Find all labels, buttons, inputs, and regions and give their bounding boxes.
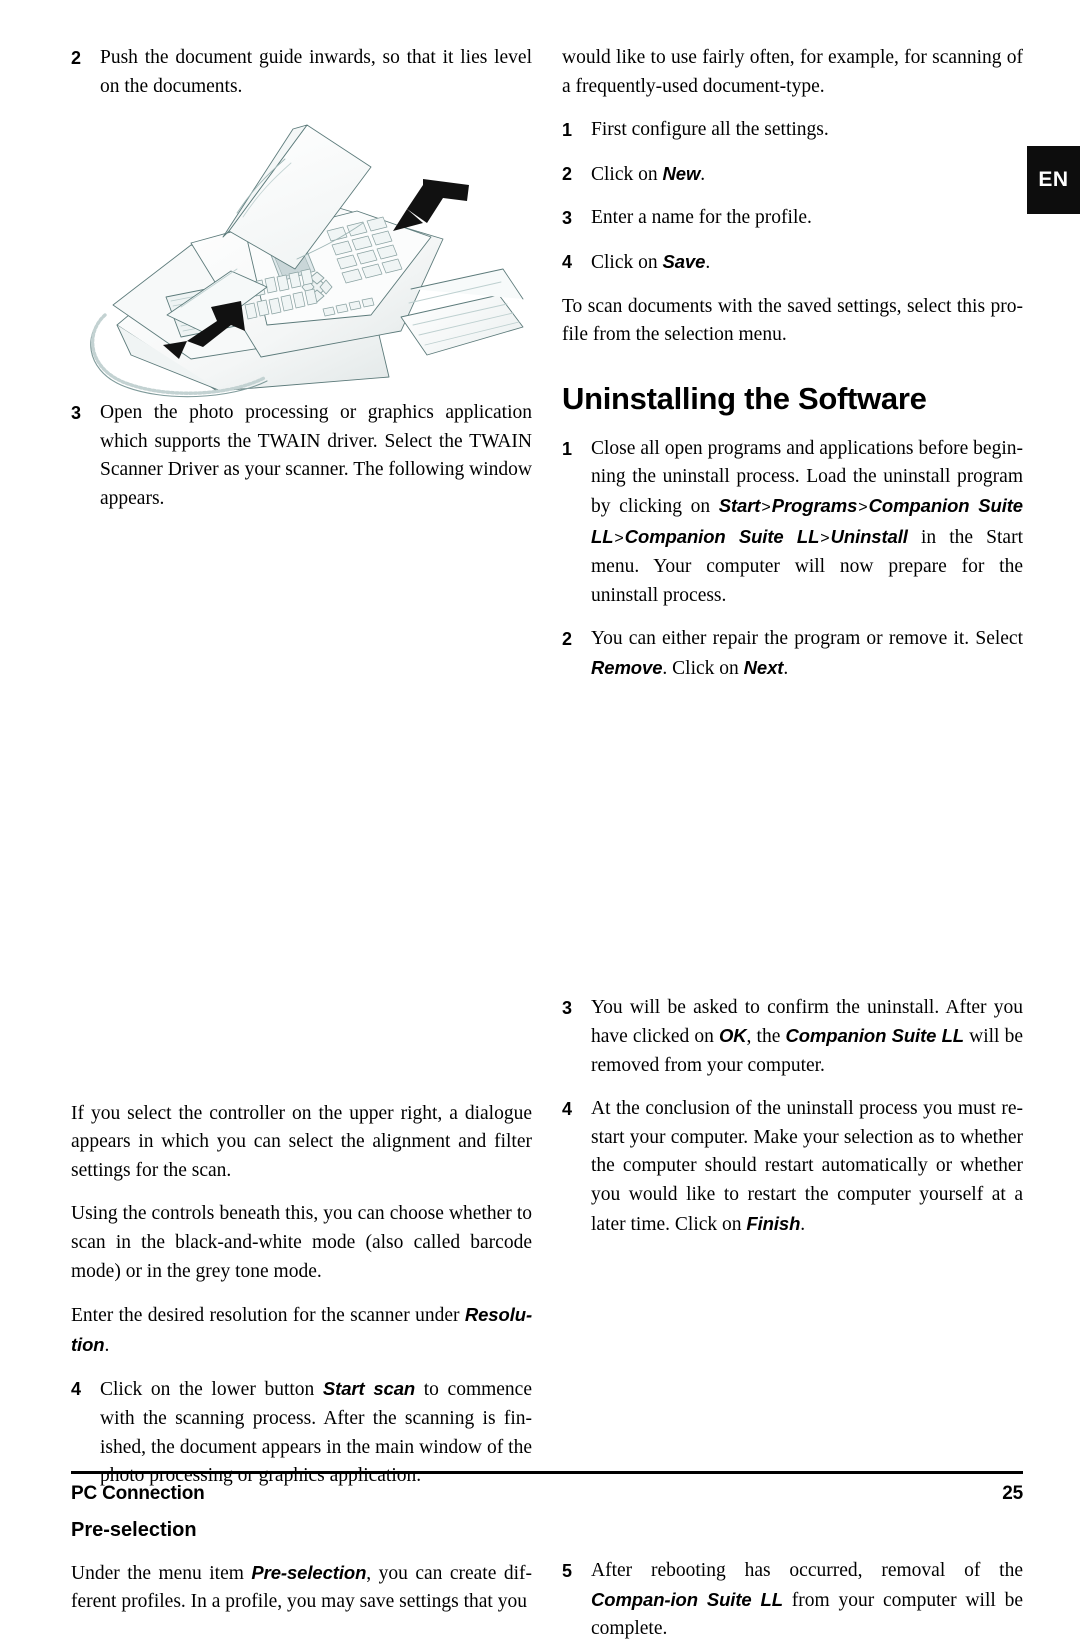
menu-separator: > [858, 498, 868, 516]
step-text: Click on Save. [591, 248, 1023, 278]
next-button-term: Next [743, 656, 784, 678]
remove-term: Remove [591, 656, 663, 678]
profile-step-list: 1 First configure all the settings. 2 Cl… [562, 116, 1023, 277]
step-text: Close all open programs and applications… [591, 435, 1023, 611]
step-text: Click on New. [591, 160, 1023, 190]
fax-machine-illustration [71, 119, 532, 399]
left-column: 2 Push the document guide inwards, so th… [71, 44, 532, 1617]
paragraph-preselection: Under the menu item Pre-selection, you c… [71, 1559, 532, 1617]
new-button-term: New [662, 162, 701, 184]
footer-page-number: 25 [1002, 1483, 1023, 1504]
step-number: 1 [562, 438, 573, 459]
list-item: 4 At the conclusion of the uninstall pro… [562, 1095, 1023, 1239]
left-step-list-three: 3 Open the photo processing or graphics … [71, 399, 532, 513]
preselection-before: Under the menu item [71, 1562, 252, 1584]
restart-dialog-placeholder [562, 1239, 1023, 1557]
step-number: 1 [562, 120, 573, 141]
save-button-term: Save [662, 250, 706, 272]
step-text: Push the document guide inwards, so that… [100, 47, 532, 97]
list-item: 1 First configure all the settings. [562, 116, 1023, 145]
uninstall-step-list-bottom: 5 After rebooting has occurred, removal … [562, 1557, 1023, 1644]
step-text: At the conclusion of the uninstall proce… [591, 1095, 1023, 1239]
ok-button-term: OK [718, 1025, 747, 1047]
step-text: After rebooting has occurred, removal of… [591, 1557, 1023, 1644]
page-title: Uninstalling the Software [562, 380, 927, 416]
step-text-before: First configure all the settings. [591, 119, 829, 141]
start-menu-term: Start [718, 494, 761, 516]
list-item: 2 Click on New. [562, 160, 1023, 190]
right-column: would like to use fairly often, for exam… [562, 44, 1023, 1644]
step-number: 2 [562, 629, 573, 650]
list-item: 1 Close all open programs and applicatio… [562, 435, 1023, 611]
list-item: 3 Open the photo processing or graphics … [71, 399, 532, 513]
menu-separator: > [761, 498, 771, 516]
step-number: 4 [562, 1099, 573, 1120]
page-footer: PC Connection 25 [71, 1471, 1023, 1505]
start-scan-term: Start scan [322, 1378, 416, 1400]
paragraph-to-scan: To scan documents with the saved setting… [562, 295, 1023, 346]
step-number: 3 [71, 403, 82, 424]
step4-before: Click on the lower button [100, 1379, 323, 1401]
resolution-text-before: Enter the desired resolution for the sca… [71, 1305, 465, 1327]
list-item: 5 After rebooting has occurred, removal … [562, 1557, 1023, 1644]
finish-button-term: Finish [746, 1212, 801, 1234]
step-number: 3 [562, 997, 573, 1018]
push-down-arrow [393, 179, 469, 232]
step-number: 3 [562, 208, 573, 229]
uninstall-step-list-top: 1 Close all open programs and applicatio… [562, 435, 1023, 684]
language-tab-en: EN [1027, 146, 1080, 214]
step-text-before: Click on [591, 251, 663, 273]
list-item: 2 Push the document guide inwards, so th… [71, 44, 532, 101]
paragraph-resolution: Enter the desired resolution for the sca… [71, 1301, 532, 1360]
menu-separator: > [820, 529, 830, 547]
twain-window-placeholder [71, 514, 532, 1100]
step-text: Open the photo processing or graphics ap… [100, 402, 532, 509]
uninstall3-part-b: , the [746, 1026, 786, 1048]
footer-divider [71, 1471, 1023, 1474]
footer-section-title: PC Connection [71, 1483, 205, 1504]
step-text: You will be asked to confirm the uninsta… [591, 994, 1023, 1081]
uninstall-step-list-mid: 3 You will be asked to confirm the unins… [562, 994, 1023, 1240]
step-text-after: . [705, 251, 711, 273]
uninstall2-part-a: You can either repair the program or rem… [591, 628, 1023, 650]
companion-suite-term-3: Companion Suite LL [785, 1025, 965, 1047]
uninstall-dialog-placeholder [562, 684, 1023, 994]
step-text: You can either repair the program or rem… [591, 625, 1023, 683]
paragraph-controls: Using the controls beneath this, you can… [71, 1203, 532, 1282]
step-text: Enter a name for the profile. [591, 204, 1023, 233]
programs-term: Programs [771, 494, 858, 516]
fax-machine-drawing [90, 124, 524, 398]
list-item: 2 You can either repair the program or r… [562, 625, 1023, 683]
companion-suite-term-2: Companion Suite LL [624, 525, 820, 547]
preselection-heading: Pre-selection [71, 1518, 197, 1541]
footer-row: PC Connection 25 [71, 1483, 1023, 1505]
step-number: 2 [562, 163, 573, 184]
step-text-before: Click on [591, 163, 663, 185]
uninstall2-part-b: . Click on [662, 657, 744, 679]
step-number: 4 [562, 251, 573, 272]
resolution-text-after: . [104, 1334, 110, 1356]
uninstall-term: Uninstall [830, 525, 908, 547]
paragraph-controller: If you select the controller on the uppe… [71, 1102, 532, 1181]
step-number: 4 [71, 1379, 82, 1400]
list-item: 4 Click on Save. [562, 248, 1023, 278]
uninstall4-part-a: At the conclusion of the uninstall proce… [591, 1098, 1023, 1235]
paragraph-continued: would like to use fairly often, for exam… [562, 47, 1023, 97]
list-item: 3 Enter a name for the profile. [562, 204, 1023, 233]
step-number: 2 [71, 48, 82, 68]
uninstall2-part-c: . [783, 657, 789, 679]
list-item: 3 You will be asked to confirm the unins… [562, 994, 1023, 1081]
step-text: First configure all the settings. [591, 116, 1023, 145]
preselection-term: Pre-selection [251, 1561, 367, 1583]
uninstall5-part-a: After rebooting has occurred, removal of… [591, 1560, 1023, 1582]
step-number: 5 [562, 1561, 573, 1582]
left-step-list-top: 2 Push the document guide inwards, so th… [71, 44, 532, 101]
menu-separator: > [614, 529, 624, 547]
companion-suite-term-4: Compan-ion Suite LL [591, 1588, 783, 1610]
document-page: EN 2 Push the document guide inwards, so… [0, 0, 1080, 1639]
step-text-after: . [700, 163, 706, 185]
step-text-before: Enter a name for the profile. [591, 207, 812, 229]
uninstall4-part-b: . [800, 1213, 806, 1235]
